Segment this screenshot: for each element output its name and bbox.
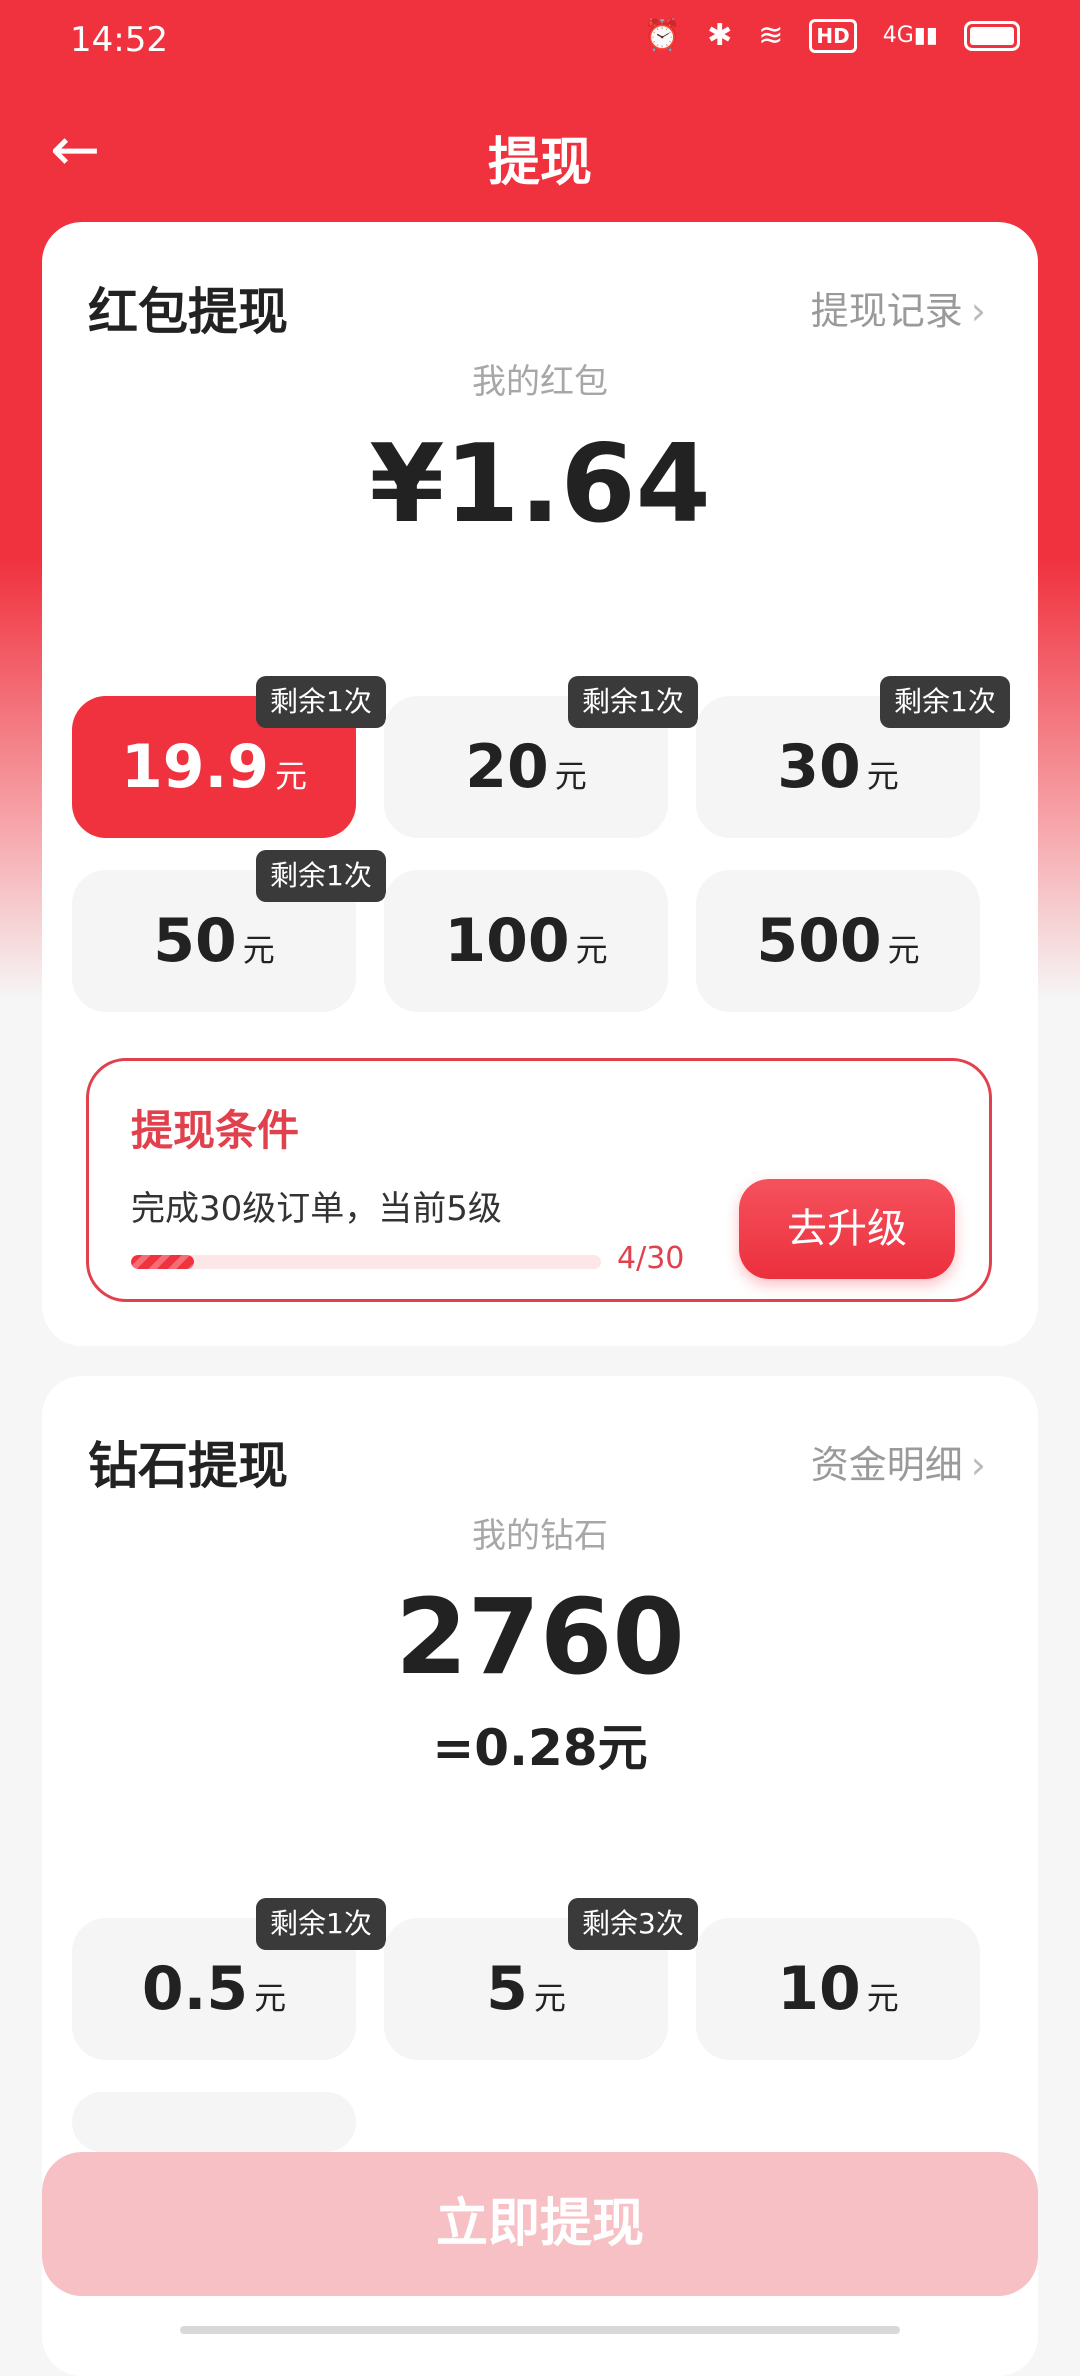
chevron-right-icon: › — [970, 289, 986, 333]
level-progress-fill — [131, 1255, 194, 1269]
option-unit: 元 — [533, 1979, 566, 2017]
remaining-badge: 剩余1次 — [568, 676, 698, 728]
level-progress-text: 4/30 — [617, 1241, 685, 1276]
option-value: 0.5 — [141, 1954, 249, 2024]
withdraw-history-label: 提现记录 — [810, 289, 963, 333]
redpacket-option[interactable]: 500 元 — [696, 870, 980, 1012]
home-indicator — [180, 2326, 900, 2334]
diamond-title: 钻石提现 — [88, 1437, 288, 1495]
status-icons: ⏰ ✱ ≋ HD 4G▮▮ — [644, 18, 1020, 53]
battery-icon — [964, 20, 1020, 51]
network-type: 4G — [882, 23, 914, 48]
option-unit: 元 — [866, 1979, 899, 2017]
condition-title: 提现条件 — [131, 1106, 300, 1155]
option-value: 10 — [777, 1954, 861, 2024]
remaining-badge: 剩余1次 — [256, 676, 386, 728]
option-value: 500 — [756, 906, 882, 976]
page-title: 提现 — [487, 133, 592, 193]
status-bar: 14:52 ⏰ ✱ ≋ HD 4G▮▮ — [0, 0, 1080, 80]
option-unit: 元 — [554, 757, 587, 795]
diamond-option[interactable]: 10 元 — [696, 1918, 980, 2060]
fund-details-link[interactable]: 资金明细 › — [811, 1434, 986, 1489]
diamond-equivalent: =0.28元 — [432, 1719, 648, 1777]
signal-icon: 4G▮▮ — [882, 23, 938, 48]
wifi-icon: ≋ — [758, 18, 784, 53]
upgrade-button[interactable]: 去升级 — [739, 1179, 955, 1279]
withdraw-history-link[interactable]: 提现记录 › — [811, 280, 986, 335]
chevron-right-icon: › — [970, 1443, 986, 1487]
redpacket-card: 红包提现 提现记录 › 我的红包 ¥1.64 19.9 元 剩余1次 20 元 剩余1… — [42, 222, 1038, 1346]
redpacket-balance-label: 我的红包 — [472, 362, 608, 402]
level-progress-bar — [131, 1255, 601, 1269]
diamond-balance-label: 我的钻石 — [472, 1516, 608, 1556]
option-value: 50 — [153, 906, 237, 976]
withdraw-condition-box: 提现条件 完成30级订单，当前5级 4/30 去升级 — [86, 1058, 992, 1302]
option-value: 19.9 — [120, 732, 270, 802]
option-value: 20 — [465, 732, 549, 802]
option-value: 30 — [777, 732, 861, 802]
remaining-badge: 剩余1次 — [256, 850, 386, 902]
remaining-badge: 剩余1次 — [880, 676, 1010, 728]
option-value: 100 — [444, 906, 570, 976]
fund-details-label: 资金明细 — [810, 1443, 963, 1487]
option-unit: 元 — [275, 757, 308, 795]
diamond-option-partial[interactable] — [72, 2092, 356, 2152]
option-unit: 元 — [887, 931, 920, 969]
alarm-icon: ⏰ — [643, 18, 682, 53]
option-unit: 元 — [254, 1979, 287, 2017]
remaining-badge: 剩余1次 — [256, 1898, 386, 1950]
redpacket-balance: ¥1.64 — [369, 422, 711, 547]
option-unit: 元 — [242, 931, 275, 969]
nav-bar: ← 提现 — [0, 90, 1080, 220]
redpacket-title: 红包提现 — [88, 283, 288, 341]
redpacket-option[interactable]: 100 元 — [384, 870, 668, 1012]
option-unit: 元 — [866, 757, 899, 795]
condition-description: 完成30级订单，当前5级 — [131, 1189, 502, 1229]
bluetooth-icon: ✱ — [707, 18, 733, 53]
hd-icon: HD — [809, 18, 857, 53]
option-value: 5 — [486, 1954, 528, 2024]
option-unit: 元 — [575, 931, 608, 969]
status-time: 14:52 — [70, 20, 168, 60]
remaining-badge: 剩余3次 — [568, 1898, 698, 1950]
diamond-balance: 2760 — [395, 1576, 685, 1698]
withdraw-now-button[interactable]: 立即提现 — [42, 2152, 1038, 2296]
